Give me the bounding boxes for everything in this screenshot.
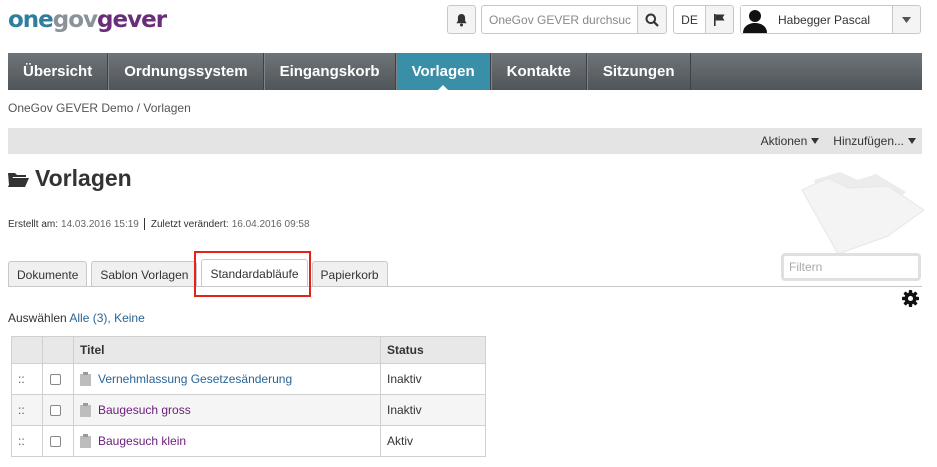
row-status: Aktiv	[380, 425, 486, 457]
caret-down-icon	[902, 16, 911, 23]
clipboard-icon	[80, 372, 91, 386]
select-none-link[interactable]: Keine	[114, 311, 145, 325]
title-column-header[interactable]: Titel	[73, 336, 381, 364]
logo-part-one: one	[8, 7, 54, 33]
logo-part-gever: gever	[97, 7, 167, 33]
created-label: Erstellt am:	[8, 218, 59, 230]
language-selector[interactable]: DE	[673, 5, 706, 34]
add-menu-label: Hinzufügen...	[833, 134, 904, 148]
user-menu[interactable]: Habegger Pascal	[740, 5, 921, 34]
row-title-link[interactable]: Baugesuch gross	[98, 403, 191, 417]
search-input[interactable]	[481, 5, 638, 34]
select-label: Auswählen	[8, 311, 67, 325]
actions-menu[interactable]: Aktionen	[761, 134, 820, 148]
row-status: Inaktiv	[380, 394, 486, 426]
checkbox-column-header	[42, 336, 74, 364]
bell-icon	[456, 13, 467, 26]
status-column-header[interactable]: Status	[380, 336, 486, 364]
logo-part-gov: gov	[52, 7, 98, 33]
action-bar: Aktionen Hinzufügen...	[8, 128, 922, 154]
notifications-button[interactable]	[447, 5, 476, 34]
tab-dokumente[interactable]: Dokumente	[8, 261, 88, 287]
user-silhouette-icon	[743, 10, 767, 33]
page-heading: Vorlagen	[8, 165, 132, 192]
metadata-divider	[143, 218, 145, 230]
caret-down-icon	[811, 138, 820, 144]
row-status: Inaktiv	[380, 363, 486, 395]
nav-item-eingangskorb[interactable]: Eingangskorb	[263, 53, 396, 90]
actions-menu-label: Aktionen	[760, 134, 808, 148]
app-logo[interactable]: onegovgever	[8, 5, 167, 35]
avatar	[741, 6, 769, 33]
tab-divider	[8, 286, 922, 287]
caret-down-icon	[908, 138, 916, 144]
nav-item-kontakte[interactable]: Kontakte	[490, 53, 587, 90]
workflow-table: Titel Status :: Vernehmlassung Gesetzesä…	[11, 336, 486, 457]
add-menu[interactable]: Hinzufügen...	[833, 134, 916, 148]
tab-sablon-vorlagen[interactable]: Sablon Vorlagen	[91, 261, 198, 287]
clipboard-icon	[80, 403, 91, 417]
drag-handle[interactable]: ::	[11, 363, 43, 395]
row-title-link[interactable]: Baugesuch klein	[98, 434, 186, 448]
nav-item-sitzungen[interactable]: Sitzungen	[586, 53, 691, 90]
row-title-link[interactable]: Vernehmlassung Gesetzesänderung	[98, 372, 292, 386]
nav-item-vorlagen[interactable]: Vorlagen	[395, 53, 491, 91]
modified-label: Zuletzt verändert:	[150, 218, 229, 230]
table-row: :: Vernehmlassung Gesetzesänderung Inakt…	[11, 363, 486, 395]
drag-handle[interactable]: ::	[11, 425, 43, 457]
nav-item-uebersicht[interactable]: Übersicht	[8, 53, 109, 90]
clipboard-icon	[80, 434, 91, 448]
folder-open-icon	[8, 172, 29, 187]
flag-icon	[714, 13, 725, 26]
metadata-line: Erstellt am: 14.03.2016 15:19 Zuletzt ve…	[8, 218, 310, 230]
user-name: Habegger Pascal	[778, 12, 871, 27]
folder-watermark-icon	[801, 172, 925, 255]
table-row: :: Baugesuch klein Aktiv	[11, 425, 486, 457]
gear-icon[interactable]	[902, 290, 919, 307]
row-checkbox[interactable]	[50, 436, 61, 448]
created-value: 14.03.2016 15:19	[61, 218, 139, 230]
filter-input[interactable]	[781, 253, 921, 281]
search-button[interactable]	[637, 5, 667, 34]
row-checkbox[interactable]	[50, 374, 61, 386]
drag-handle[interactable]: ::	[11, 394, 43, 426]
search-icon	[645, 13, 659, 27]
highlight-box	[194, 251, 311, 297]
breadcrumb[interactable]: OneGov GEVER Demo / Vorlagen	[8, 101, 191, 115]
table-row: :: Baugesuch gross Inaktiv	[11, 394, 486, 426]
row-checkbox[interactable]	[50, 405, 61, 417]
nav-item-ordnungssystem[interactable]: Ordnungssystem	[108, 53, 264, 90]
tab-papierkorb[interactable]: Papierkorb	[311, 261, 388, 287]
drag-column-header	[11, 336, 43, 364]
selection-controls: Auswählen Alle (3), Keine	[8, 311, 145, 325]
modified-value: 16.04.2016 09:58	[231, 218, 310, 230]
user-menu-toggle[interactable]	[892, 6, 920, 33]
main-navigation: Übersicht Ordnungssystem Eingangskorb Vo…	[8, 53, 922, 91]
select-all-link[interactable]: Alle (3),	[69, 311, 110, 325]
page-title: Vorlagen	[35, 165, 132, 191]
flag-button[interactable]	[705, 5, 734, 34]
table-header-row: Titel Status	[11, 336, 486, 364]
